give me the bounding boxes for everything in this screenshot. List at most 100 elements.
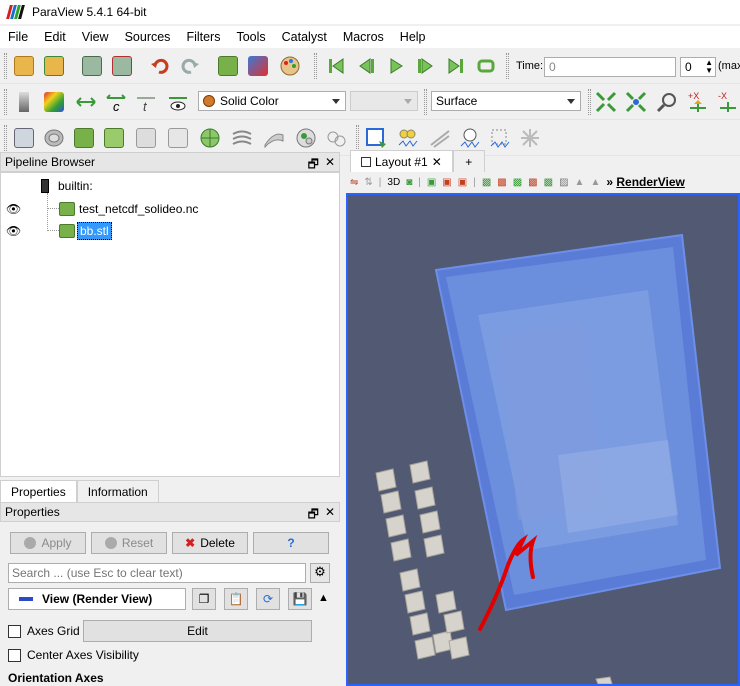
spin-arrows-icon[interactable]: ▲ ▼ (705, 59, 713, 75)
slice-icon[interactable] (102, 126, 126, 150)
select-cells-through-icon[interactable]: ▣ (458, 177, 467, 188)
pick-center-icon[interactable] (246, 54, 270, 78)
copy-icon[interactable]: ❐ (192, 588, 216, 610)
warp-by-vector-icon[interactable] (262, 126, 286, 150)
clear-selection-icon[interactable]: ▲ (575, 177, 585, 188)
zoom-to-data-icon[interactable] (624, 90, 648, 114)
reset-camera-icon[interactable] (594, 90, 618, 114)
loop-icon[interactable] (474, 54, 498, 78)
component-select[interactable] (350, 91, 418, 111)
calculator-icon[interactable] (12, 126, 36, 150)
close-tab-icon[interactable]: ✕ (432, 155, 442, 169)
color-by-select[interactable]: Solid Color (198, 91, 346, 111)
edit-color-map-icon[interactable] (42, 90, 66, 114)
hover-cells-icon[interactable]: ▩ (544, 177, 553, 188)
split-vertical-icon[interactable]: ⇅ (364, 177, 372, 188)
first-frame-icon[interactable] (324, 54, 348, 78)
shrink-selection-icon[interactable]: ▲ (590, 177, 600, 188)
restore-default-icon[interactable]: ⟳ (256, 588, 280, 610)
representation-select[interactable]: Surface (431, 91, 581, 111)
extract-level-icon[interactable] (324, 126, 348, 150)
help-button[interactable]: ? (253, 532, 329, 554)
play-icon[interactable] (384, 54, 408, 78)
tab-layout-1[interactable]: Layout #1 ✕ (350, 150, 453, 172)
toolbar-grip[interactable] (4, 125, 7, 151)
menu-catalyst[interactable]: Catalyst (274, 30, 335, 44)
axes-widget-icon[interactable] (518, 126, 542, 150)
menu-file[interactable]: File (0, 30, 36, 44)
contour-icon[interactable] (42, 126, 66, 150)
toolbar-grip[interactable] (506, 53, 509, 79)
last-frame-icon[interactable] (444, 54, 468, 78)
palette-icon[interactable] (278, 54, 302, 78)
rescale-custom-icon[interactable]: c (104, 90, 128, 114)
toolbar-grip[interactable] (314, 53, 317, 79)
previous-frame-icon[interactable] (354, 54, 378, 78)
toolbar-grip[interactable] (588, 89, 591, 115)
paste-icon[interactable]: 📋 (224, 588, 248, 610)
advanced-settings-gear-icon[interactable]: ⚙ (310, 563, 330, 583)
split-horizontal-icon[interactable]: ⇋ (350, 177, 358, 188)
time-value-field[interactable]: 0 (544, 57, 676, 77)
set-view-positive-x-icon[interactable]: +X (686, 90, 710, 114)
threshold-icon[interactable] (134, 126, 158, 150)
rescale-visible-icon[interactable] (166, 90, 190, 114)
next-frame-icon[interactable] (414, 54, 438, 78)
undo-icon[interactable] (148, 54, 172, 78)
toggle-color-legend-icon[interactable] (12, 90, 36, 114)
toolbar-grip[interactable] (356, 125, 359, 151)
pipeline-item-netcdf[interactable]: test_netcdf_solideo.nc (59, 199, 198, 219)
checkbox-icon[interactable] (8, 624, 21, 638)
extract-subset-icon[interactable] (166, 126, 190, 150)
set-view-negative-x-icon[interactable]: -X (716, 90, 740, 114)
reset-camera-icon[interactable] (216, 54, 240, 78)
delete-button[interactable]: ✖ Delete (172, 532, 248, 554)
menu-macros[interactable]: Macros (335, 30, 392, 44)
spreadsheet-view-icon[interactable] (428, 126, 452, 150)
toolbar-grip[interactable] (4, 89, 7, 115)
time-inspector-icon[interactable] (458, 126, 482, 150)
axes-grid-edit-button[interactable]: Edit (83, 620, 312, 642)
group-datasets-icon[interactable] (294, 126, 318, 150)
center-axes-checkbox[interactable]: Center Axes Visibility (8, 648, 139, 662)
interactive-select-icon[interactable]: ▩ (513, 177, 522, 188)
axes-grid-checkbox[interactable]: Axes Grid (8, 624, 80, 638)
disconnect-icon[interactable] (110, 54, 134, 78)
tab-information[interactable]: Information (76, 480, 159, 502)
view-mode-3d-button[interactable]: 3D (387, 177, 400, 188)
reset-button[interactable]: Reset (91, 532, 167, 554)
view-section-header[interactable]: View (Render View) (8, 588, 186, 610)
rescale-temporal-icon[interactable]: t (134, 90, 158, 114)
menu-help[interactable]: Help (392, 30, 434, 44)
rescale-range-icon[interactable] (74, 90, 98, 114)
pipeline-item-builtin[interactable]: builtin: (41, 176, 93, 196)
toolbar-grip[interactable] (424, 89, 427, 115)
visibility-eye-icon[interactable]: 👁 (6, 202, 21, 216)
connect-icon[interactable] (80, 54, 104, 78)
select-points-polygon-icon[interactable]: ▩ (497, 177, 506, 188)
find-data-icon[interactable] (396, 126, 420, 150)
time-index-spinbox[interactable]: 0 ▲ ▼ (680, 57, 716, 77)
render-view-canvas[interactable] (346, 193, 740, 686)
load-data-icon[interactable] (42, 54, 66, 78)
menu-filters[interactable]: Filters (178, 30, 228, 44)
menu-tools[interactable]: Tools (228, 30, 273, 44)
clip-icon[interactable] (72, 126, 96, 150)
render-view-link[interactable]: » RenderView (606, 175, 685, 189)
select-polygon-icon[interactable]: ▩ (482, 177, 491, 188)
menu-edit[interactable]: Edit (36, 30, 74, 44)
plot-data-icon[interactable] (488, 126, 512, 150)
select-cells-on-icon[interactable]: ▣ (427, 177, 436, 188)
save-default-icon[interactable]: 💾 (288, 588, 312, 610)
toolbar-grip[interactable] (4, 53, 7, 79)
menu-sources[interactable]: Sources (117, 30, 179, 44)
glyph-icon[interactable] (198, 126, 222, 150)
capture-screenshot-icon[interactable]: ◙ (406, 177, 412, 188)
select-points-on-icon[interactable]: ▣ (442, 177, 451, 188)
stream-tracer-icon[interactable] (230, 126, 254, 150)
add-layout-tab[interactable]: + (452, 150, 485, 172)
checkbox-icon[interactable] (8, 648, 21, 662)
open-file-icon[interactable] (12, 54, 36, 78)
zoom-to-box-icon[interactable] (656, 90, 680, 114)
redo-icon[interactable] (178, 54, 202, 78)
